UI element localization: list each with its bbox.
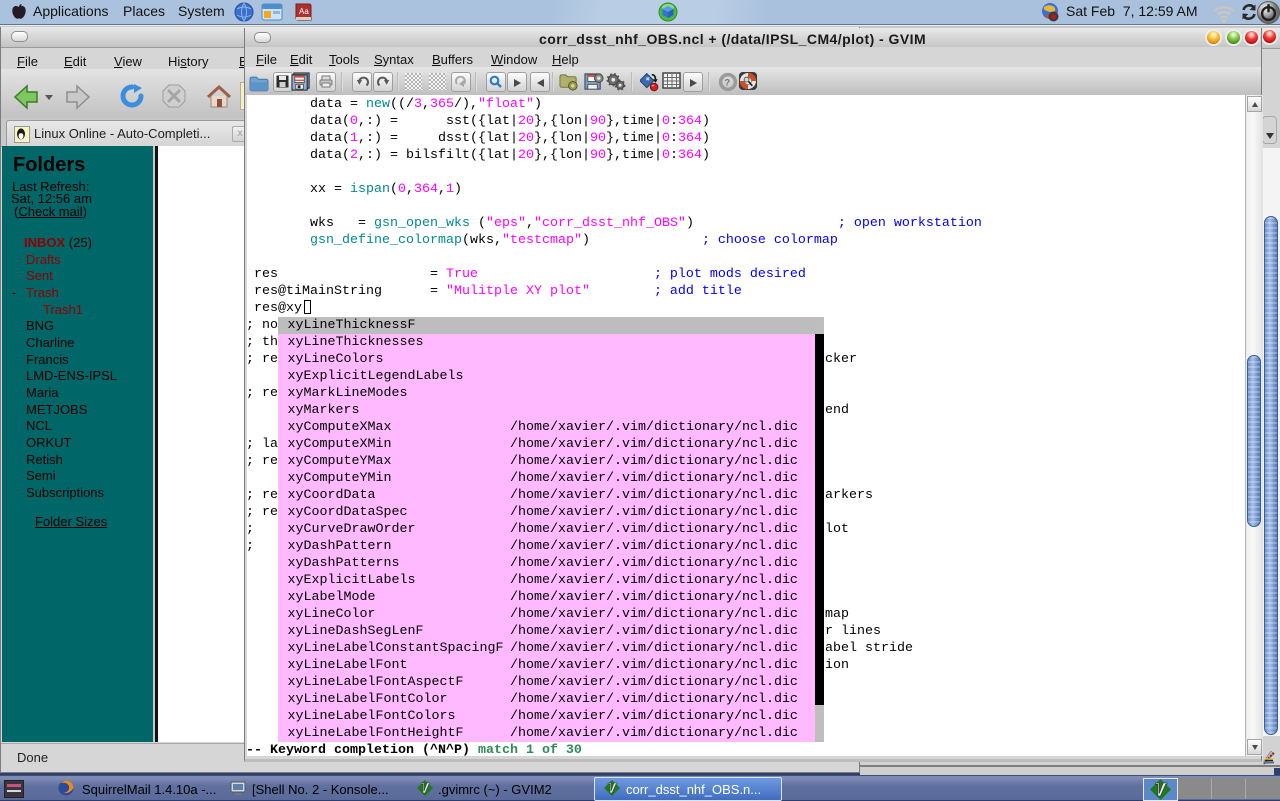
- svg-text:?: ?: [724, 78, 730, 89]
- svg-text:Aa: Aa: [299, 7, 309, 16]
